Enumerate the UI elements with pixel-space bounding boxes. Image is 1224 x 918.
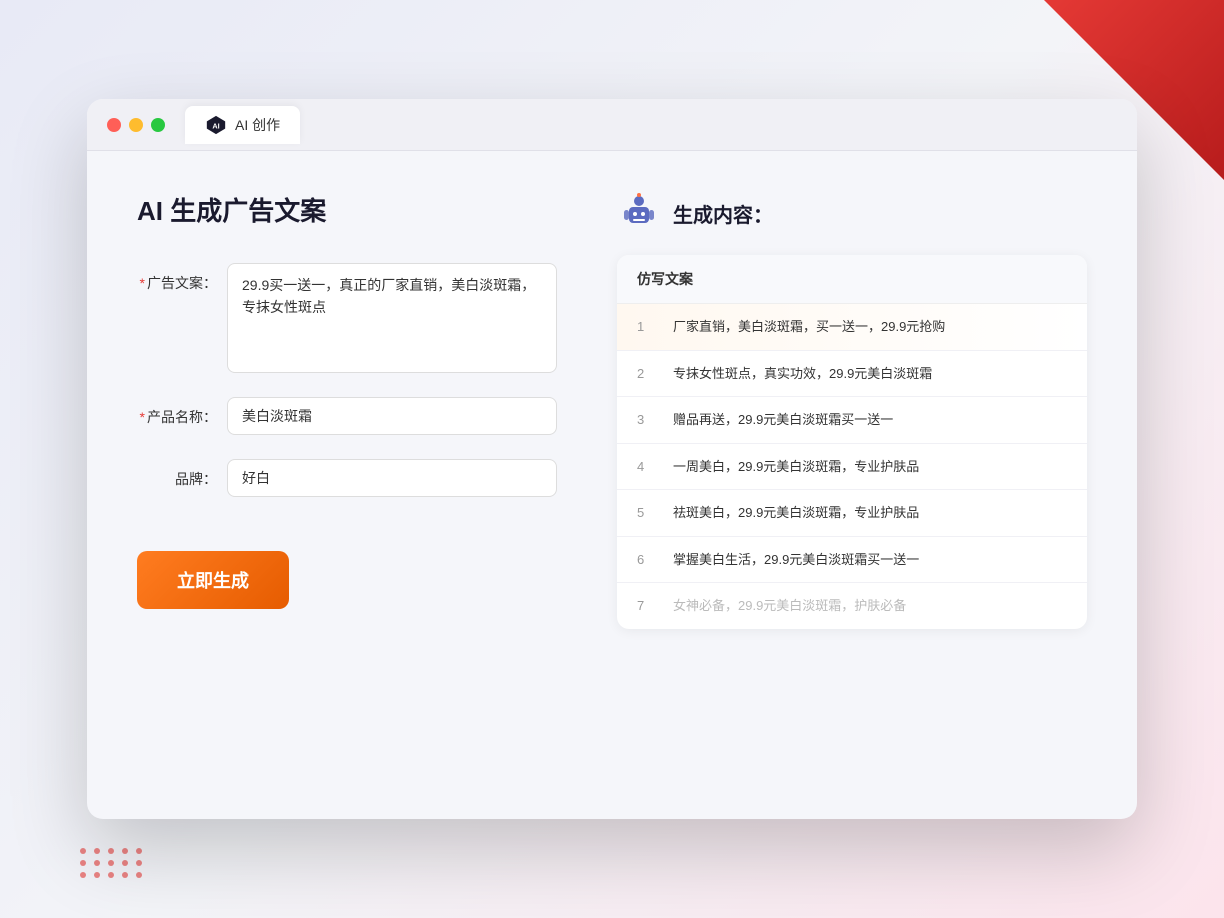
row-number: 7 [637,598,657,613]
right-panel: 生成内容： 仿写文案 1 厂家直销，美白淡斑霜，买一送一，29.9元抢购 2 专抹女… [617,191,1087,779]
content-area: AI 生成广告文案 *广告文案： 29.9买一送一，真正的厂家直销，美白淡斑霜，… [87,151,1137,819]
copy-icon[interactable] [1049,457,1067,475]
product-name-group: *产品名称： [137,397,557,435]
copy-icon[interactable] [1049,550,1067,568]
table-row[interactable]: 2 专抹女性斑点，真实功效，29.9元美白淡斑霜 [617,351,1087,398]
row-number: 4 [637,459,657,474]
row-text: 祛斑美白，29.9元美白淡斑霜，专业护肤品 [673,503,1033,523]
row-number: 3 [637,412,657,427]
browser-window: AI AI 创作 AI 生成广告文案 *广告文案： 29.9买一送一，真正的厂家… [87,99,1137,819]
product-name-input[interactable] [227,397,557,435]
copy-icon[interactable] [1049,318,1067,336]
row-text: 专抹女性斑点，真实功效，29.9元美白淡斑霜 [673,364,1033,384]
table-header: 仿写文案 [617,255,1087,304]
brand-group: 品牌： [137,459,557,497]
copy-icon[interactable] [1049,364,1067,382]
table-header-text: 仿写文案 [637,271,693,287]
row-number: 5 [637,505,657,520]
copy-icon[interactable] [1049,504,1067,522]
result-table: 仿写文案 1 厂家直销，美白淡斑霜，买一送一，29.9元抢购 2 专抹女性斑点，真实… [617,255,1087,629]
copy-icon[interactable] [1049,597,1067,615]
left-panel: AI 生成广告文案 *广告文案： 29.9买一送一，真正的厂家直销，美白淡斑霜，… [137,191,557,779]
table-row[interactable]: 6 掌握美白生活，29.9元美白淡斑霜买一送一 [617,537,1087,584]
required-star-2: * [140,409,145,425]
table-row[interactable]: 4 一周美白，29.9元美白淡斑霜，专业护肤品 [617,444,1087,491]
maximize-button[interactable] [151,118,165,132]
copy-icon[interactable] [1049,411,1067,429]
row-number: 1 [637,319,657,334]
row-text: 厂家直销，美白淡斑霜，买一送一，29.9元抢购 [673,317,1033,337]
row-text: 女神必备，29.9元美白淡斑霜，护肤必备 [673,596,1033,616]
product-name-label: *产品名称： [137,397,217,427]
minimize-button[interactable] [129,118,143,132]
table-rows: 1 厂家直销，美白淡斑霜，买一送一，29.9元抢购 2 专抹女性斑点，真实功效，29… [617,304,1087,629]
table-row[interactable]: 7 女神必备，29.9元美白淡斑霜，护肤必备 [617,583,1087,629]
svg-text:AI: AI [212,121,219,130]
required-star-1: * [140,275,145,291]
dots-decoration [80,848,144,878]
ad-copy-input[interactable]: 29.9买一送一，真正的厂家直销，美白淡斑霜，专抹女性斑点 [227,263,557,373]
row-text: 一周美白，29.9元美白淡斑霜，专业护肤品 [673,457,1033,477]
row-text: 赠品再送，29.9元美白淡斑霜买一送一 [673,410,1033,430]
table-row[interactable]: 5 祛斑美白，29.9元美白淡斑霜，专业护肤品 [617,490,1087,537]
traffic-lights [107,118,165,132]
ai-icon: AI [205,114,227,136]
ad-copy-label: *广告文案： [137,263,217,293]
brand-label: 品牌： [137,459,217,489]
tab-title: AI 创作 [235,115,280,135]
row-number: 6 [637,552,657,567]
robot-icon [617,191,661,235]
active-tab[interactable]: AI AI 创作 [185,106,300,144]
page-title: AI 生成广告文案 [137,191,557,228]
generate-button[interactable]: 立即生成 [137,551,289,609]
table-row[interactable]: 3 赠品再送，29.9元美白淡斑霜买一送一 [617,397,1087,444]
close-button[interactable] [107,118,121,132]
brand-input[interactable] [227,459,557,497]
title-bar: AI AI 创作 [87,99,1137,151]
result-title: 生成内容： [673,199,773,228]
row-number: 2 [637,366,657,381]
ad-copy-group: *广告文案： 29.9买一送一，真正的厂家直销，美白淡斑霜，专抹女性斑点 [137,263,557,373]
table-row[interactable]: 1 厂家直销，美白淡斑霜，买一送一，29.9元抢购 [617,304,1087,351]
result-header: 生成内容： [617,191,1087,235]
row-text: 掌握美白生活，29.9元美白淡斑霜买一送一 [673,550,1033,570]
